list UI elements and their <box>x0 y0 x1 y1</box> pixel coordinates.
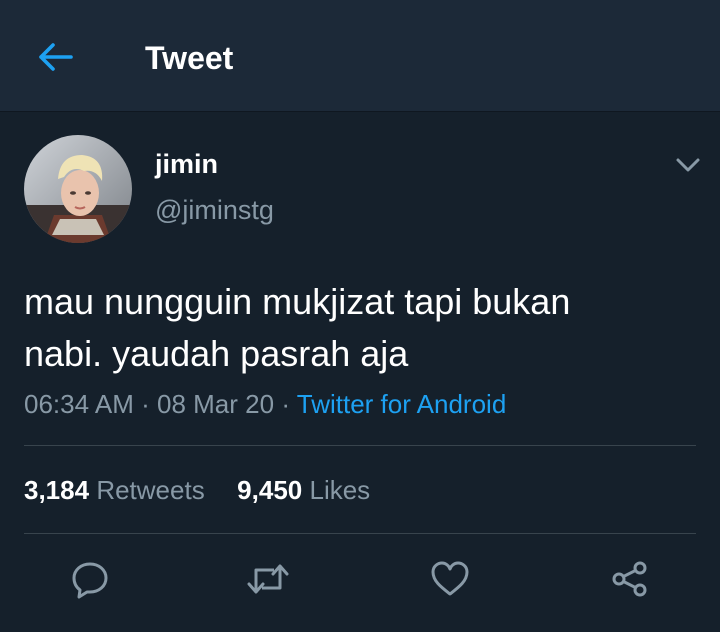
back-button[interactable] <box>30 34 80 80</box>
divider <box>24 445 696 446</box>
share-button[interactable] <box>608 557 652 601</box>
reply-icon <box>72 562 108 599</box>
chevron-down-icon <box>676 158 700 172</box>
action-bar <box>0 557 720 607</box>
username-handle[interactable]: @jiminstg <box>155 194 274 226</box>
tweet-text: mau nungguin mukjizat tapi bukan nabi. y… <box>24 276 694 380</box>
tweet-source-link[interactable]: Twitter for Android <box>297 389 507 419</box>
tweet-menu-button[interactable] <box>668 148 708 182</box>
retweet-icon <box>247 564 289 594</box>
retweet-button[interactable] <box>246 557 290 601</box>
divider <box>24 533 696 534</box>
share-icon <box>612 561 647 597</box>
avatar[interactable] <box>24 135 132 243</box>
tweet-text-line: mau nungguin mukjizat tapi bukan <box>24 281 571 322</box>
retweets-stat[interactable]: 3,184 Retweets <box>24 475 212 505</box>
like-button[interactable] <box>428 557 472 601</box>
like-count: 9,450 <box>237 475 303 505</box>
arrow-left-icon <box>39 43 73 71</box>
tweet-detail: jimin @jiminstg mau nungguin mukjizat ta… <box>0 112 720 632</box>
retweet-count: 3,184 <box>24 475 90 505</box>
meta-separator: · <box>141 389 150 419</box>
meta-separator: · <box>281 389 290 419</box>
tweet-meta: 06:34 AM · 08 Mar 20 · Twitter for Andro… <box>24 387 506 421</box>
top-bar: Tweet <box>0 0 720 112</box>
likes-stat[interactable]: 9,450 Likes <box>237 475 370 505</box>
reply-button[interactable] <box>68 557 112 601</box>
tweet-date: 08 Mar 20 <box>157 389 275 419</box>
retweet-label: Retweets <box>96 475 205 505</box>
page-title: Tweet <box>145 40 234 76</box>
heart-icon <box>431 561 469 596</box>
display-name[interactable]: jimin <box>155 148 218 180</box>
tweet-text-line: nabi. yaudah pasrah aja <box>24 333 409 374</box>
tweet-time: 06:34 AM <box>24 389 134 419</box>
like-label: Likes <box>309 475 371 505</box>
engagement-stats: 3,184 Retweets 9,450 Likes <box>24 473 370 507</box>
